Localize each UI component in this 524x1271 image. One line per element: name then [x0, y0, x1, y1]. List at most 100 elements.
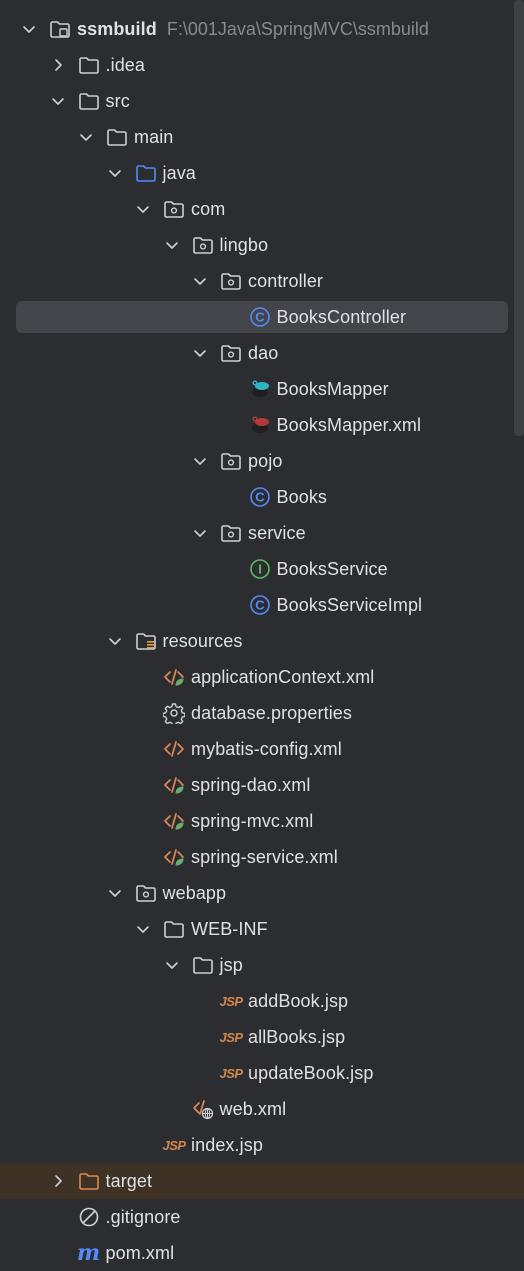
tree-row-label: BooksMapper.xml — [276, 414, 422, 435]
tree-row-web-xml[interactable]: web.xml — [0, 1091, 524, 1127]
tree-row-web-inf[interactable]: WEB-INF — [0, 911, 524, 947]
tree-row-books[interactable]: C Books — [0, 479, 524, 515]
spring-xml-icon — [163, 846, 185, 868]
jsp-icon: JSP — [162, 1137, 186, 1153]
folder-icon — [106, 126, 128, 148]
chevron-down-icon[interactable] — [192, 273, 208, 289]
jsp-icon: JSP — [219, 1065, 243, 1081]
tree-row-database-properties[interactable]: database.properties — [0, 695, 524, 731]
tree-row-label: spring-dao.xml — [191, 774, 311, 795]
chevron-down-icon[interactable] — [135, 921, 151, 937]
tree-row-com[interactable]: com — [0, 191, 524, 227]
tree-row-mybatis-config-xml[interactable]: mybatis-config.xml — [0, 731, 524, 767]
tree-row-label: src — [105, 90, 130, 111]
chevron-down-icon[interactable] — [107, 885, 123, 901]
tree-row-label: web.xml — [219, 1098, 287, 1119]
tree-row-dao[interactable]: dao — [0, 335, 524, 371]
scrollbar[interactable] — [514, 0, 524, 436]
svg-text:I: I — [258, 562, 262, 577]
tree-row-lingbo[interactable]: lingbo — [0, 227, 524, 263]
tree-row-src[interactable]: src — [0, 83, 524, 119]
tree-row-booksservice[interactable]: I BooksService — [0, 551, 524, 587]
tree-row-label: .idea — [105, 54, 146, 75]
tree-row-label: .gitignore — [105, 1206, 181, 1227]
tree-row-label: target — [105, 1170, 153, 1191]
mybatis-xml-icon — [249, 414, 271, 436]
tree-row-label: BooksService — [276, 558, 388, 579]
source-folder-icon — [135, 162, 157, 184]
tree-row-label: dao — [248, 342, 279, 363]
tree-row-label: ssmbuild — [77, 18, 157, 39]
tree-row-spring-dao-xml[interactable]: spring-dao.xml — [0, 767, 524, 803]
tree-row-updatebook-jsp[interactable]: JSP updateBook.jsp — [0, 1055, 524, 1091]
tree-row-controller[interactable]: controller — [0, 263, 524, 299]
tree-row-label: pojo — [248, 450, 283, 471]
gitignore-icon — [78, 1206, 100, 1228]
tree-row-label: lingbo — [219, 234, 269, 255]
tree-row-label: Books — [276, 486, 328, 507]
chevron-down-icon[interactable] — [192, 453, 208, 469]
tree-row-booksmapper[interactable]: BooksMapper — [0, 371, 524, 407]
tree-row-spring-service-xml[interactable]: spring-service.xml — [0, 839, 524, 875]
tree-row-allbooks-jsp[interactable]: JSP allBooks.jsp — [0, 1019, 524, 1055]
chevron-right-icon[interactable] — [50, 57, 66, 73]
package-icon — [163, 198, 185, 220]
tree-row-booksserviceimpl[interactable]: C BooksServiceImpl — [0, 587, 524, 623]
spring-xml-icon — [163, 666, 185, 688]
xml-icon — [163, 738, 185, 760]
tree-row-jsp[interactable]: jsp — [0, 947, 524, 983]
tree-row-label: service — [248, 522, 306, 543]
gear-icon — [163, 702, 185, 724]
tree-row-ssmbuild[interactable]: ssmbuild F:\001Java\SpringMVC\ssmbuild — [0, 11, 524, 47]
folder-icon — [163, 918, 185, 940]
chevron-down-icon[interactable] — [164, 237, 180, 253]
project-path: F:\001Java\SpringMVC\ssmbuild — [166, 18, 429, 39]
java-class-icon: C — [249, 594, 271, 616]
chevron-down-icon[interactable] — [192, 525, 208, 541]
tree-row-label: controller — [248, 270, 324, 291]
tree-row-service[interactable]: service — [0, 515, 524, 551]
web-xml-icon — [192, 1098, 214, 1120]
folder-icon — [78, 54, 100, 76]
project-folder-icon — [49, 18, 71, 40]
tree-row-target[interactable]: target — [0, 1163, 524, 1199]
folder-icon — [78, 90, 100, 112]
spring-xml-icon — [163, 774, 185, 796]
chevron-down-icon[interactable] — [21, 21, 37, 37]
spring-xml-icon — [163, 810, 185, 832]
chevron-down-icon[interactable] — [107, 165, 123, 181]
tree-row-label: jsp — [219, 954, 243, 975]
tree-row-label: updateBook.jsp — [248, 1062, 374, 1083]
chevron-right-icon[interactable] — [50, 1173, 66, 1189]
tree-row-bookscontroller[interactable]: C BooksController — [0, 299, 524, 335]
tree-row-gitignore[interactable]: .gitignore — [0, 1199, 524, 1235]
web-folder-icon — [135, 882, 157, 904]
tree-row-addbook-jsp[interactable]: JSP addBook.jsp — [0, 983, 524, 1019]
tree-row-applicationcontext-xml[interactable]: applicationContext.xml — [0, 659, 524, 695]
tree-row-java[interactable]: java — [0, 155, 524, 191]
tree-row-idea[interactable]: .idea — [0, 47, 524, 83]
chevron-down-icon[interactable] — [192, 345, 208, 361]
java-class-icon: C — [249, 306, 271, 328]
folder-icon — [192, 954, 214, 976]
tree-row-booksmapper-xml[interactable]: BooksMapper.xml — [0, 407, 524, 443]
chevron-down-icon[interactable] — [164, 957, 180, 973]
tree-row-resources[interactable]: resources — [0, 623, 524, 659]
tree-row-webapp[interactable]: webapp — [0, 875, 524, 911]
chevron-down-icon[interactable] — [107, 633, 123, 649]
svg-text:C: C — [255, 598, 265, 613]
tree-row-pojo[interactable]: pojo — [0, 443, 524, 479]
tree-row-label: database.properties — [191, 702, 353, 723]
tree-row-index-jsp[interactable]: JSP index.jsp — [0, 1127, 524, 1163]
chevron-down-icon[interactable] — [78, 129, 94, 145]
tree-row-label: BooksMapper — [276, 378, 389, 399]
chevron-down-icon[interactable] — [50, 93, 66, 109]
tree-row-pom-xml[interactable]: m pom.xml — [0, 1235, 524, 1271]
resources-folder-icon — [135, 630, 157, 652]
project-tree: ssmbuild F:\001Java\SpringMVC\ssmbuild .id… — [0, 11, 524, 1271]
tree-row-main[interactable]: main — [0, 119, 524, 155]
tree-row-label: main — [134, 126, 174, 147]
chevron-down-icon[interactable] — [135, 201, 151, 217]
svg-text:C: C — [255, 490, 265, 505]
tree-row-spring-mvc-xml[interactable]: spring-mvc.xml — [0, 803, 524, 839]
